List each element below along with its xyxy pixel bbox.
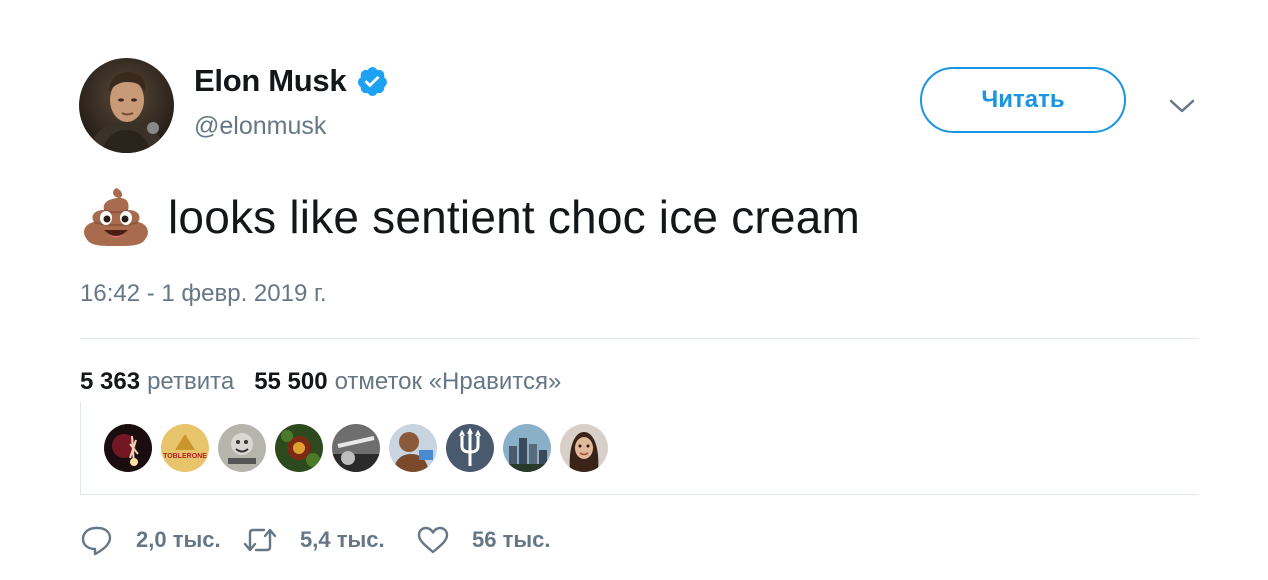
- reply-icon: [80, 524, 114, 556]
- retweets-label[interactable]: ретвита: [147, 368, 234, 396]
- tweet-text: looks like sentient choc ice cream: [80, 186, 860, 248]
- like-count: 56 тыс.: [472, 527, 551, 552]
- like-button[interactable]: 56 тыс.: [416, 525, 551, 555]
- follow-button[interactable]: Читать: [920, 67, 1126, 133]
- verified-badge-icon: [356, 65, 389, 98]
- likers-list: TOBLERONE: [104, 424, 617, 472]
- author-name[interactable]: Elon Musk: [194, 63, 347, 99]
- toblerone-avatar[interactable]: TOBLERONE: [161, 424, 209, 472]
- divider: [80, 338, 1198, 339]
- person-avatar[interactable]: [389, 424, 437, 472]
- meme-avatar[interactable]: [218, 424, 266, 472]
- chevron-down-icon[interactable]: [1168, 96, 1196, 116]
- divider: [80, 494, 1198, 495]
- likes-label[interactable]: отметок «Нравится»: [335, 368, 562, 396]
- toblerone-avatar-text: TOBLERONE: [163, 453, 207, 460]
- fireworks-avatar[interactable]: [104, 424, 152, 472]
- flower-avatar[interactable]: [275, 424, 323, 472]
- tweet-timestamp[interactable]: 16:42 - 1 февр. 2019 г.: [80, 280, 326, 308]
- tweet-stats: 5 363 ретвита 55 500 отметок «Нравится»: [80, 368, 561, 396]
- city-avatar[interactable]: [503, 424, 551, 472]
- reply-count: 2,0 тыс.: [136, 527, 221, 552]
- author-avatar[interactable]: [79, 58, 174, 153]
- trident-avatar[interactable]: [446, 424, 494, 472]
- poo-emoji-icon: [80, 186, 152, 248]
- retweet-count: 5,4 тыс.: [300, 527, 385, 552]
- author-name-row[interactable]: Elon Musk: [194, 63, 389, 99]
- woman-avatar[interactable]: [560, 424, 608, 472]
- retweet-icon: [242, 525, 278, 555]
- bw-photo-avatar[interactable]: [332, 424, 380, 472]
- likers-border: [80, 402, 81, 495]
- tweet-actions: 2,0 тыс. 5,4 тыс. 56 тыс.: [80, 524, 551, 556]
- heart-icon: [416, 525, 450, 555]
- author-handle[interactable]: @elonmusk: [194, 112, 326, 141]
- tweet-body: looks like sentient choc ice cream: [168, 191, 860, 243]
- likes-count[interactable]: 55 500: [254, 368, 327, 396]
- retweets-count[interactable]: 5 363: [80, 368, 140, 396]
